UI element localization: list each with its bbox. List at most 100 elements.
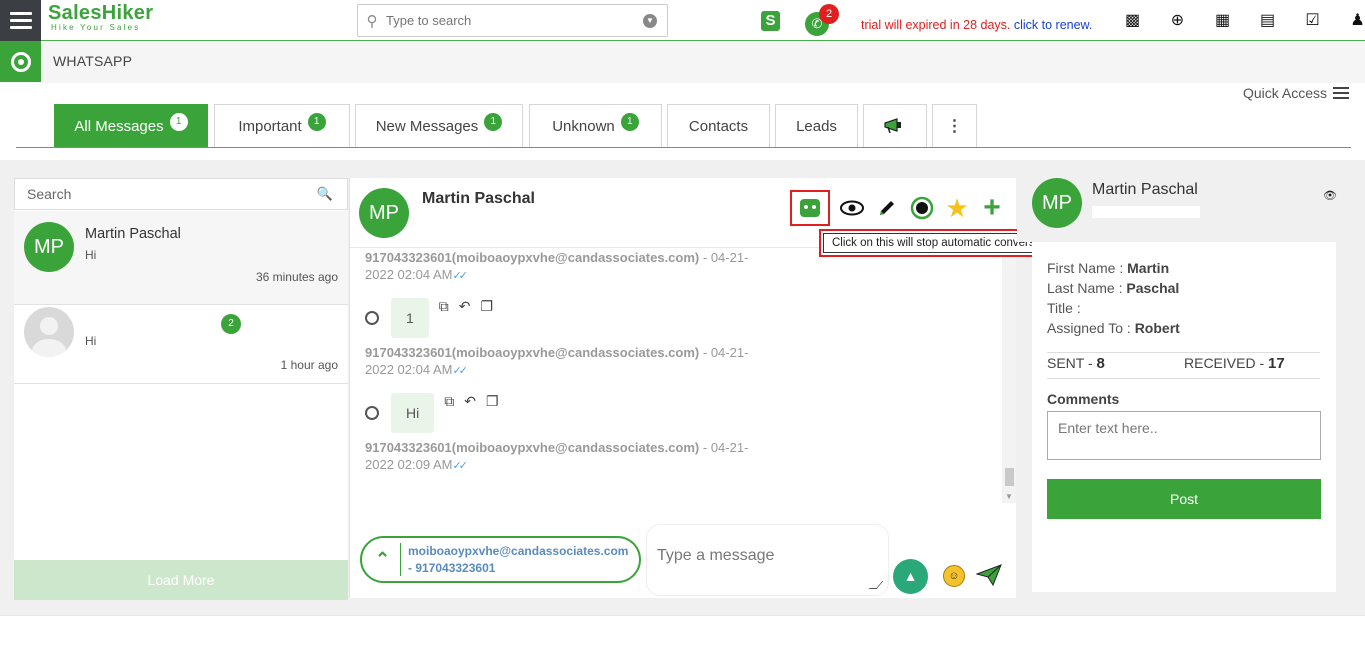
message-input-placeholder: Type a message — [657, 547, 775, 564]
conversation-preview: Hi — [85, 248, 97, 262]
conversation-search-placeholder: Search — [27, 186, 72, 202]
first-name-label: First Name : — [1047, 260, 1124, 276]
tab-broadcast[interactable] — [863, 104, 927, 147]
title-row: Title : — [1047, 300, 1081, 316]
search-icon[interactable]: 🔍 — [317, 186, 333, 202]
first-name-row: First Name : Martin — [1047, 260, 1169, 276]
sender-email: moiboaoypxvhe@candassociates.com — [408, 544, 629, 558]
quick-access-label: Quick Access — [1243, 85, 1328, 101]
money-icon[interactable]: ▩ — [1110, 10, 1155, 32]
conversation-list: Search 🔍 MP Martin Paschal Hi 36 minutes… — [14, 178, 348, 600]
global-search[interactable]: ⚲ ▼ — [357, 4, 668, 37]
tab-more[interactable]: ⋮ — [932, 104, 977, 147]
contact-name: Martin Paschal — [1092, 181, 1198, 198]
thread-scrollbar[interactable]: ▼ — [1002, 249, 1016, 503]
tab-badge: 1 — [307, 113, 326, 131]
checkbox-icon[interactable]: ☑ — [1290, 10, 1335, 32]
message-date: - 04-21- — [702, 250, 749, 265]
search-icon: ⚲ — [366, 12, 378, 30]
top-bar: SalesHiker Hike Your Sales ⚲ ▼ S ✆ 2 tri… — [0, 0, 1365, 41]
tab-new-messages[interactable]: New Messages 1 — [355, 104, 523, 147]
conversation-item[interactable]: 2 Hi 1 hour ago — [14, 306, 348, 384]
user-icon[interactable]: ♟ — [1335, 10, 1365, 32]
top-icon-bar: ▩ ⊕ ▦ ▤ ☑ ♟ — [1110, 10, 1365, 32]
page-title: WHATSAPP — [53, 53, 133, 69]
conversation-time: 36 minutes ago — [255, 270, 338, 284]
reply-icon[interactable]: ↶ — [464, 393, 476, 410]
copy-icon[interactable]: ❐ — [481, 298, 494, 315]
message-input[interactable]: Type a message — [646, 524, 889, 596]
tab-unknown[interactable]: Unknown 1 — [529, 104, 662, 147]
post-button[interactable]: Post — [1047, 479, 1321, 519]
emoji-icon[interactable]: ☺ — [943, 565, 965, 587]
tab-label: Leads — [796, 117, 837, 135]
last-name-value: Paschal — [1126, 280, 1180, 296]
sender-id: 917043323601(moiboaoypxvhe@candassociate… — [365, 440, 700, 455]
resize-handle-icon[interactable] — [868, 581, 884, 589]
scrollbar-thumb[interactable] — [1005, 468, 1014, 486]
clock-refresh-icon[interactable] — [905, 191, 939, 225]
conversation-time: 1 hour ago — [280, 358, 338, 372]
plus-circle-icon[interactable]: ⊕ — [1155, 10, 1200, 32]
load-more-button[interactable]: Load More — [14, 560, 348, 600]
logo[interactable]: SalesHiker Hike Your Sales — [48, 2, 160, 38]
eye-icon[interactable] — [835, 191, 869, 225]
add-icon[interactable]: + — [975, 191, 1009, 225]
trial-text: trial will expired in 28 days. — [861, 18, 1011, 32]
comments-input[interactable]: Enter text here.. — [1047, 411, 1321, 460]
chevron-up-icon[interactable]: ⌃ — [370, 547, 395, 572]
tab-badge: 1 — [169, 113, 188, 131]
comments-label: Comments — [1047, 391, 1120, 407]
clock-icon — [365, 406, 379, 420]
global-search-input[interactable] — [386, 13, 636, 28]
menu-icon[interactable] — [0, 0, 41, 41]
renew-link[interactable]: click to renew. — [1014, 18, 1093, 32]
stop-bot-button[interactable] — [790, 190, 830, 226]
contact-info-panel: First Name : Martin Last Name : Paschal … — [1032, 242, 1336, 592]
tab-important[interactable]: Important 1 — [214, 104, 350, 147]
scroll-down-arrow-icon[interactable]: ▼ — [1005, 492, 1013, 501]
avatar-placeholder — [24, 307, 74, 357]
reply-icon[interactable]: ↶ — [459, 298, 471, 315]
received-count: RECEIVED - 17 — [1184, 355, 1285, 372]
conversation-search[interactable]: Search 🔍 — [14, 178, 348, 210]
whatsapp-count-badge: 2 — [819, 4, 839, 24]
conversation-preview: Hi — [85, 334, 97, 348]
send-icon[interactable] — [975, 563, 1004, 589]
read-ticks-icon: ✓✓ — [452, 270, 468, 282]
megaphone-icon — [884, 118, 901, 134]
forward-icon[interactable]: ⧉ — [444, 393, 454, 410]
assigned-value: Robert — [1134, 320, 1180, 336]
bar-chart-icon[interactable]: ▤ — [1245, 10, 1290, 32]
tab-badge: 1 — [484, 113, 503, 131]
forward-icon[interactable]: ⧉ — [439, 298, 449, 315]
quick-access[interactable]: Quick Access — [1243, 85, 1350, 101]
chevron-down-icon[interactable]: ▼ — [643, 14, 657, 28]
message-time: 2022 02:09 AM — [365, 457, 453, 472]
tab-contacts[interactable]: Contacts — [667, 104, 770, 147]
copy-icon[interactable]: ❐ — [486, 393, 499, 410]
calendar-icon[interactable]: ▦ — [1200, 10, 1245, 32]
user-silhouette-icon — [32, 317, 66, 357]
chat-contact-name: Martin Paschal — [422, 190, 535, 207]
star-icon[interactable]: ★ — [940, 191, 974, 225]
conversation-item[interactable]: MP Martin Paschal Hi 36 minutes ago — [14, 211, 348, 305]
sender-id: 917043323601(moiboaoypxvhe@candassociate… — [365, 250, 700, 265]
message-time: 2022 02:04 AM — [365, 267, 453, 282]
contact-subtitle-field — [1092, 206, 1200, 218]
tab-label: Contacts — [688, 117, 749, 135]
whatsapp-module-icon — [0, 41, 41, 82]
trial-notice: trial will expired in 28 days. click to … — [861, 18, 1092, 32]
pencil-icon[interactable] — [870, 191, 904, 225]
tab-badge: 1 — [620, 113, 639, 131]
sent-value: 8 — [1096, 355, 1105, 372]
eye-icon[interactable]: 👁 — [1323, 189, 1337, 202]
message-meta: 917043323601(moiboaoypxvhe@candassociate… — [365, 344, 765, 380]
sent-count: SENT - 8 — [1047, 355, 1105, 372]
sender-selector[interactable]: ⌃ moiboaoypxvhe@candassociates.com - 917… — [360, 536, 641, 583]
tab-all-messages[interactable]: All Messages 1 — [54, 104, 208, 147]
tab-label: Important — [238, 117, 302, 135]
saleshiker-s-icon[interactable]: S — [761, 11, 780, 31]
scroll-up-button[interactable]: ▲ — [893, 559, 928, 594]
tab-leads[interactable]: Leads — [775, 104, 858, 147]
